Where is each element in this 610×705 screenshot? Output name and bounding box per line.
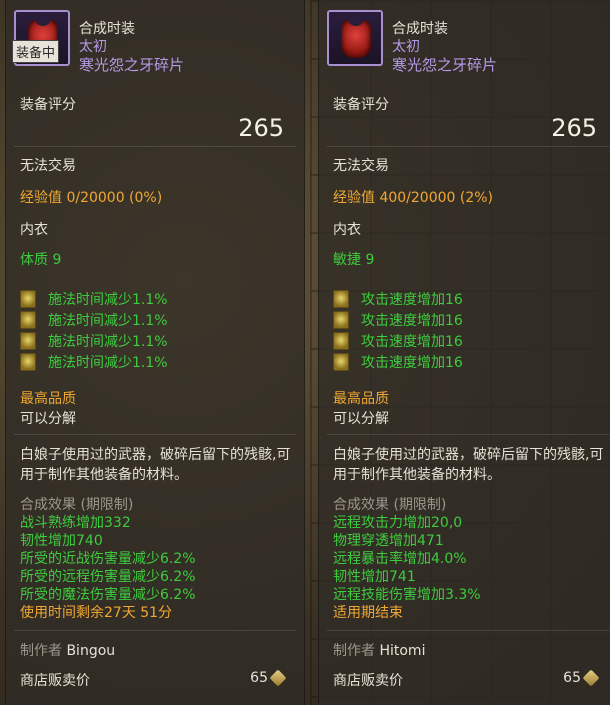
- score-label: 装备评分: [20, 97, 76, 113]
- effect-line: 远程攻击力增加20,0: [333, 515, 463, 531]
- effect-line: 物理穿透增加471: [333, 533, 444, 549]
- price-label: 商店贩卖价: [333, 673, 403, 689]
- price-value-row: 65: [250, 669, 287, 687]
- quality-text: 最高品质: [333, 391, 389, 407]
- effect-line: 战斗熟练增加332: [20, 515, 131, 531]
- item-name-block: 合成时装 太初 寒光怨之牙碎片: [79, 20, 184, 74]
- item-tier: 太初: [79, 39, 107, 55]
- slot-text: 内衣: [20, 222, 48, 238]
- bonus-row: 施法时间减少1.1%: [20, 288, 168, 309]
- bonus-text: 施法时间减少1.1%: [48, 333, 168, 350]
- equipped-badge: 装备中: [12, 40, 60, 63]
- bonus-row: 施法时间减少1.1%: [20, 330, 168, 351]
- tooltip-compare: 合成时装 太初 寒光怨之牙碎片 装备评分 265 无法交易 经验值 400/20…: [318, 0, 610, 705]
- effect-line: 韧性增加741: [333, 569, 416, 585]
- effect-line: 远程暴击率增加4.0%: [333, 551, 467, 567]
- item-description: 白娘子使用过的武器，破碎后留下的残骸,可用于制作其他装备的材料。: [20, 447, 291, 483]
- trade-status: 无法交易: [333, 158, 389, 174]
- divider: [327, 146, 609, 147]
- effect-list: 远程攻击力增加20,0 物理穿透增加471 远程暴击率增加4.0% 韧性增加74…: [333, 514, 481, 622]
- item-icon-frame: [327, 10, 383, 66]
- item-type: 合成时装: [392, 21, 448, 37]
- bonus-row: 施法时间减少1.1%: [20, 351, 168, 372]
- effect-title: 合成效果 (期限制): [20, 497, 134, 513]
- bonus-row: 攻击速度增加16: [333, 288, 463, 309]
- trade-status: 无法交易: [20, 158, 76, 174]
- maker-label: 制作者: [20, 643, 62, 659]
- divider: [14, 630, 296, 631]
- rune-icon: [20, 331, 36, 350]
- quality-text: 最高品质: [20, 391, 76, 407]
- rune-icon: [333, 331, 349, 350]
- effect-line: 所受的魔法伤害量减少6.2%: [20, 587, 196, 603]
- bonus-text: 攻击速度增加16: [361, 354, 463, 371]
- maker-row: 制作者 Hitomi: [333, 640, 425, 660]
- decompose-text: 可以分解: [20, 411, 76, 427]
- item-description: 白娘子使用过的武器，破碎后留下的残骸,可用于制作其他装备的材料。: [333, 447, 604, 483]
- exp-text: 经验值 0/20000 (0%): [20, 190, 163, 206]
- bonus-text: 施法时间减少1.1%: [48, 354, 168, 371]
- item-name: 寒光怨之牙碎片: [79, 56, 185, 74]
- rune-icon: [20, 289, 36, 308]
- bonus-text: 攻击速度增加16: [361, 333, 463, 350]
- rune-icon: [333, 289, 349, 308]
- bonus-list: 施法时间减少1.1% 施法时间减少1.1% 施法时间减少1.1% 施法时间减少1…: [20, 288, 168, 372]
- price-label: 商店贩卖价: [20, 673, 90, 689]
- item-type: 合成时装: [79, 21, 135, 37]
- divider: [327, 434, 609, 435]
- armor-icon: [341, 16, 371, 58]
- effect-line: 所受的远程伤害量减少6.2%: [20, 569, 196, 585]
- bonus-text: 攻击速度增加16: [361, 312, 463, 329]
- effect-title: 合成效果 (期限制): [333, 497, 447, 513]
- price-value-row: 65: [563, 669, 600, 687]
- price-value: 65: [563, 670, 581, 686]
- score-value: 265: [551, 114, 597, 142]
- maker-label: 制作者: [333, 643, 375, 659]
- score-label: 装备评分: [333, 97, 389, 113]
- bonus-list: 攻击速度增加16 攻击速度增加16 攻击速度增加16 攻击速度增加16: [333, 288, 463, 372]
- effect-line: 远程技能伤害增加3.3%: [333, 587, 481, 603]
- rune-icon: [20, 310, 36, 329]
- bonus-row: 攻击速度增加16: [333, 309, 463, 330]
- bonus-row: 施法时间减少1.1%: [20, 309, 168, 330]
- tooltip-equipped: 装备中 合成时装 太初 寒光怨之牙碎片 装备评分 265 无法交易 经验值 0/…: [5, 0, 305, 705]
- score-value: 265: [238, 114, 284, 142]
- exp-text: 经验值 400/20000 (2%): [333, 190, 494, 206]
- divider: [14, 146, 296, 147]
- bonus-row: 攻击速度增加16: [333, 330, 463, 351]
- stat-text: 敏捷 9: [333, 252, 375, 268]
- effect-line: 韧性增加740: [20, 533, 103, 549]
- coin-icon: [269, 669, 287, 687]
- item-name-block: 合成时装 太初 寒光怨之牙碎片: [392, 20, 497, 74]
- maker-name: Hitomi: [379, 643, 426, 659]
- bonus-text: 施法时间减少1.1%: [48, 312, 168, 329]
- decompose-text: 可以分解: [333, 411, 389, 427]
- effect-duration: 使用时间剩余27天 51分: [20, 605, 173, 621]
- divider: [14, 434, 296, 435]
- effect-list: 战斗熟练增加332 韧性增加740 所受的近战伤害量减少6.2% 所受的远程伤害…: [20, 514, 196, 622]
- rune-icon: [333, 352, 349, 371]
- item-tier: 太初: [392, 39, 420, 55]
- bonus-text: 攻击速度增加16: [361, 291, 463, 308]
- price-value: 65: [250, 670, 268, 686]
- bonus-row: 攻击速度增加16: [333, 351, 463, 372]
- rune-icon: [20, 352, 36, 371]
- divider: [327, 630, 609, 631]
- rune-icon: [333, 310, 349, 329]
- coin-icon: [582, 669, 600, 687]
- effect-line: 所受的近战伤害量减少6.2%: [20, 551, 196, 567]
- effect-duration: 适用期结束: [333, 605, 403, 621]
- maker-row: 制作者 Bingou: [20, 640, 115, 660]
- bonus-text: 施法时间减少1.1%: [48, 291, 168, 308]
- slot-text: 内衣: [333, 222, 361, 238]
- item-name: 寒光怨之牙碎片: [392, 56, 498, 74]
- maker-name: Bingou: [66, 643, 116, 659]
- stat-text: 体质 9: [20, 252, 62, 268]
